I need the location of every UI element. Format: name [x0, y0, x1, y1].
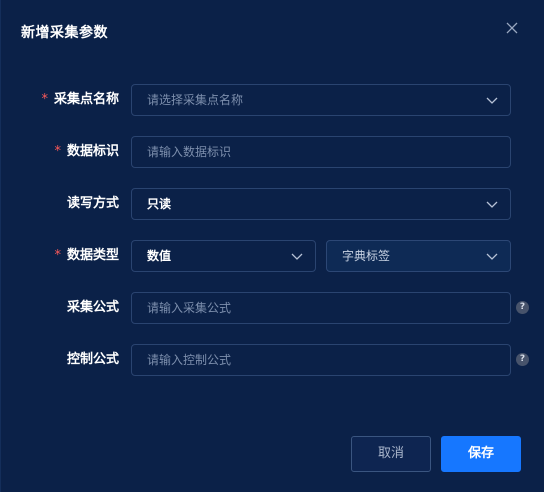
data-type-select[interactable]: 数值	[131, 240, 316, 272]
help-icon[interactable]: ?	[516, 301, 529, 314]
collect-formula-row: 采集公式 请输入采集公式 ?	[1, 292, 544, 324]
chevron-down-icon	[291, 253, 303, 260]
chevron-down-icon	[486, 97, 498, 104]
chevron-down-icon	[486, 201, 498, 208]
collect-point-label: * 采集点名称	[41, 92, 119, 107]
data-type-row: * 数据类型 数值 字典标签	[1, 240, 544, 272]
cancel-button[interactable]: 取消	[351, 436, 431, 472]
collect-point-select[interactable]: 请选择采集点名称	[131, 84, 511, 116]
control-formula-input[interactable]: 请输入控制公式	[131, 344, 511, 376]
data-identifier-placeholder: 请输入数据标识	[147, 145, 232, 159]
data-identifier-label: * 数据标识	[54, 144, 119, 159]
control-formula-row: 控制公式 请输入控制公式 ?	[1, 344, 544, 376]
rw-mode-row: 读写方式 只读	[1, 188, 544, 220]
required-mark: *	[41, 92, 48, 107]
required-mark: *	[54, 248, 61, 263]
collect-point-row: * 采集点名称 请选择采集点名称	[1, 84, 544, 116]
help-icon[interactable]: ?	[516, 353, 529, 366]
data-type-value: 数值	[147, 249, 172, 263]
dict-label-placeholder: 字典标签	[342, 249, 391, 263]
collect-point-placeholder: 请选择采集点名称	[147, 93, 244, 107]
data-identifier-row: * 数据标识 请输入数据标识	[1, 136, 544, 168]
collect-formula-placeholder: 请输入采集公式	[147, 301, 232, 315]
data-type-label: * 数据类型	[54, 248, 119, 263]
close-icon[interactable]	[504, 20, 520, 36]
control-formula-placeholder: 请输入控制公式	[147, 353, 232, 367]
dialog-title: 新增采集参数	[21, 25, 108, 41]
add-collect-param-dialog: 新增采集参数 * 采集点名称 请选择采集点名称 * 数据标识 请输入数据标识 读写方…	[0, 0, 544, 492]
collect-formula-input[interactable]: 请输入采集公式	[131, 292, 511, 324]
collect-formula-label: 采集公式	[66, 300, 119, 315]
save-button[interactable]: 保存	[441, 436, 521, 472]
dict-label-select[interactable]: 字典标签	[326, 240, 511, 272]
rw-mode-label: 读写方式	[66, 196, 119, 211]
rw-mode-select[interactable]: 只读	[131, 188, 511, 220]
required-mark: *	[54, 144, 61, 159]
chevron-down-icon	[486, 253, 498, 260]
rw-mode-value: 只读	[147, 197, 172, 211]
data-identifier-input[interactable]: 请输入数据标识	[131, 136, 511, 168]
control-formula-label: 控制公式	[66, 352, 119, 367]
